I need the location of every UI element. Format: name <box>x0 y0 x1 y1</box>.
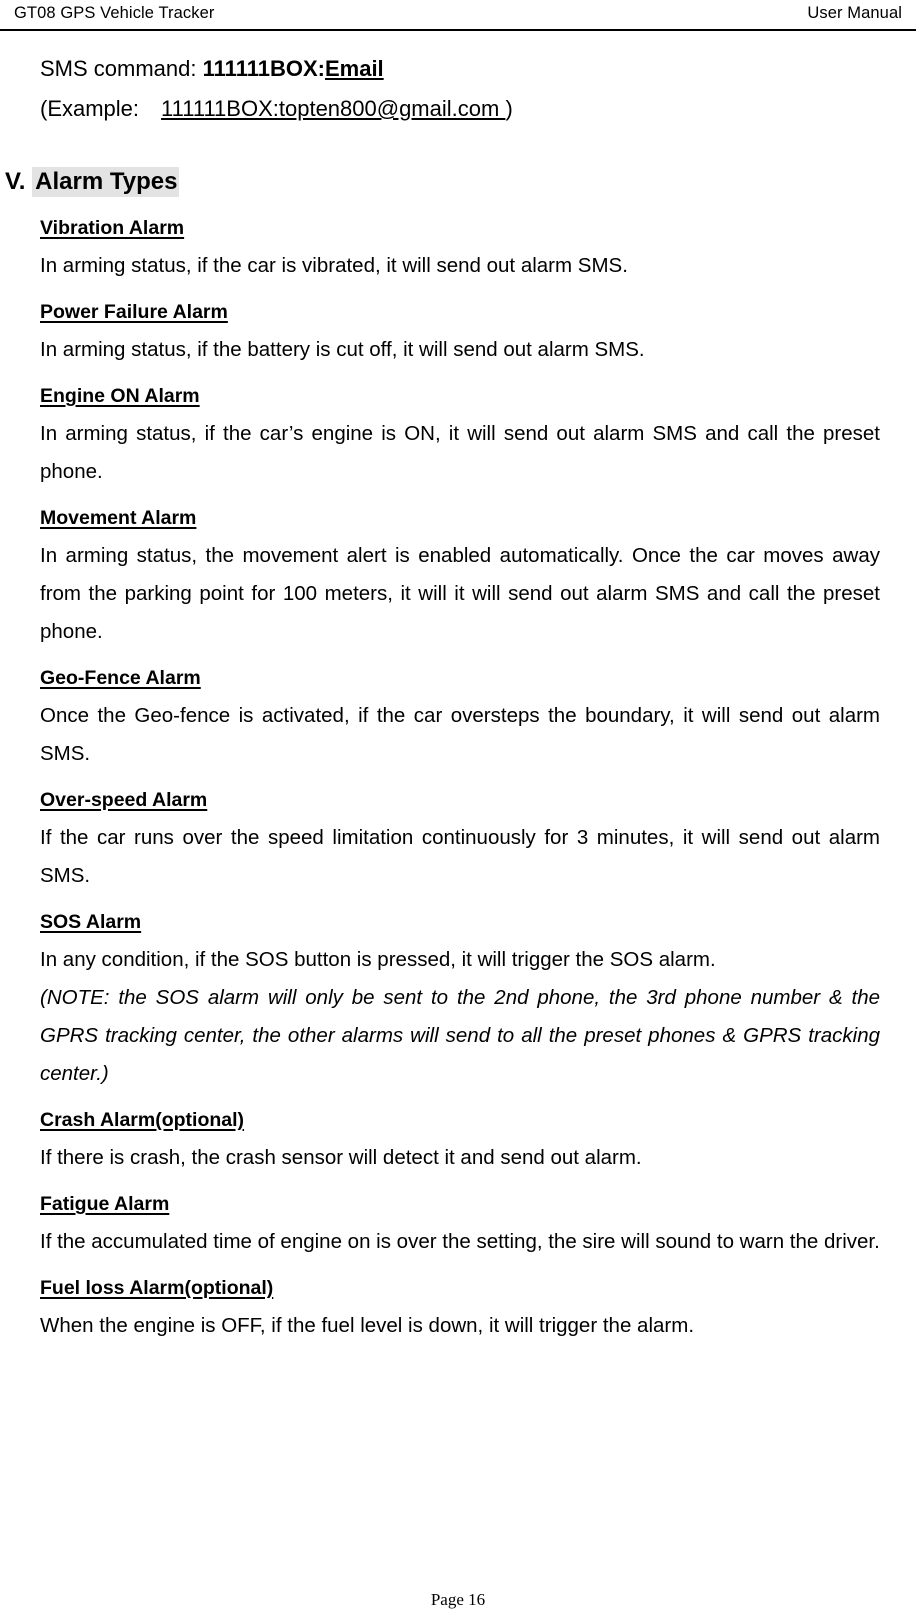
alarm-item: Movement Alarm In arming status, the mov… <box>40 491 880 651</box>
alarm-note: (NOTE: the SOS alarm will only be sent t… <box>40 986 880 1085</box>
sms-command-parameter: Email <box>324 56 384 81</box>
alarm-heading-text: Crash Alarm(optional) <box>40 1109 245 1131</box>
alarm-item: SOS Alarm In any condition, if the SOS b… <box>40 895 880 1093</box>
example-close-paren: ) <box>505 96 513 121</box>
section-heading-alarm-types: V. Alarm Types <box>0 124 916 197</box>
sms-command-label: SMS command: <box>40 56 197 81</box>
sms-command-line: SMS command: 111111BOX:Email <box>40 31 880 84</box>
alarm-item: Engine ON Alarm In arming status, if the… <box>40 369 880 491</box>
alarm-heading: Geo-Fence Alarm <box>40 665 880 691</box>
alarm-description: In arming status, if the battery is cut … <box>40 338 645 361</box>
alarm-description: If the car runs over the speed limitatio… <box>40 826 880 887</box>
alarm-heading: Crash Alarm(optional) <box>40 1107 880 1133</box>
page-footer: Page 16 <box>0 1590 916 1610</box>
section-title-text: Alarm Types <box>32 167 180 197</box>
header-product-name: GT08 GPS Vehicle Tracker <box>14 4 215 22</box>
document-page: GT08 GPS Vehicle Tracker User Manual SMS… <box>0 0 916 1624</box>
alarm-item: Vibration Alarm In arming status, if the… <box>40 197 880 285</box>
sms-command-prefix: 111111BOX: <box>202 56 325 81</box>
alarm-heading: Fuel loss Alarm(optional) <box>40 1275 880 1301</box>
page-content: SMS command: 111111BOX:Email (Example: 11… <box>0 31 916 1345</box>
alarm-heading-text: Geo-Fence Alarm <box>40 667 201 689</box>
intro-block: SMS command: 111111BOX:Email (Example: 11… <box>40 31 880 124</box>
alarm-heading: Vibration Alarm <box>40 215 880 241</box>
alarm-description: If the accumulated time of engine on is … <box>40 1230 880 1253</box>
alarm-item: Power Failure Alarm In arming status, if… <box>40 285 880 369</box>
alarm-item: Over-speed Alarm If the car runs over th… <box>40 773 880 895</box>
alarm-heading: Fatigue Alarm <box>40 1191 880 1217</box>
alarm-heading-text: Power Failure Alarm <box>40 301 228 323</box>
alarm-description: If there is crash, the crash sensor will… <box>40 1146 642 1169</box>
alarm-description: In arming status, if the car is vibrated… <box>40 254 628 277</box>
example-value: 111111BOX:topten800@gmail.com <box>161 96 506 121</box>
alarm-heading-text: Fuel loss Alarm(optional) <box>40 1277 274 1299</box>
alarm-item: Crash Alarm(optional) If there is crash,… <box>40 1093 880 1177</box>
alarm-heading-text: Vibration Alarm <box>40 217 185 239</box>
page-number: Page 16 <box>430 1590 486 1609</box>
alarm-heading-text: Movement Alarm <box>40 507 197 529</box>
alarm-heading: Engine ON Alarm <box>40 383 880 409</box>
alarm-heading-text: SOS Alarm <box>40 911 142 933</box>
alarm-heading: Over-speed Alarm <box>40 787 880 813</box>
alarm-description: In arming status, if the car’s engine is… <box>40 422 880 483</box>
alarm-heading-text: Over-speed Alarm <box>40 789 208 811</box>
example-label: (Example: <box>40 96 140 121</box>
alarm-heading-text: Engine ON Alarm <box>40 385 200 407</box>
alarm-description: In arming status, the movement alert is … <box>40 544 880 643</box>
alarm-heading: Movement Alarm <box>40 505 880 531</box>
alarm-heading: Power Failure Alarm <box>40 299 880 325</box>
alarm-item: Geo-Fence Alarm Once the Geo-fence is ac… <box>40 651 880 773</box>
alarm-heading-text: Fatigue Alarm <box>40 1193 170 1215</box>
alarm-item: Fatigue Alarm If the accumulated time of… <box>40 1177 880 1261</box>
section-number: V. <box>5 168 26 195</box>
sms-example-line: (Example: 111111BOX:topten800@gmail.com ) <box>40 84 880 124</box>
alarm-item: Fuel loss Alarm(optional) When the engin… <box>40 1261 880 1345</box>
alarm-list: Vibration Alarm In arming status, if the… <box>40 197 880 1345</box>
page-header: GT08 GPS Vehicle Tracker User Manual <box>0 0 916 31</box>
alarm-description: In any condition, if the SOS button is p… <box>40 948 716 971</box>
alarm-heading: SOS Alarm <box>40 909 880 935</box>
alarm-description: When the engine is OFF, if the fuel leve… <box>40 1314 695 1337</box>
header-document-type: User Manual <box>807 4 902 22</box>
alarm-description: Once the Geo-fence is activated, if the … <box>40 704 880 765</box>
